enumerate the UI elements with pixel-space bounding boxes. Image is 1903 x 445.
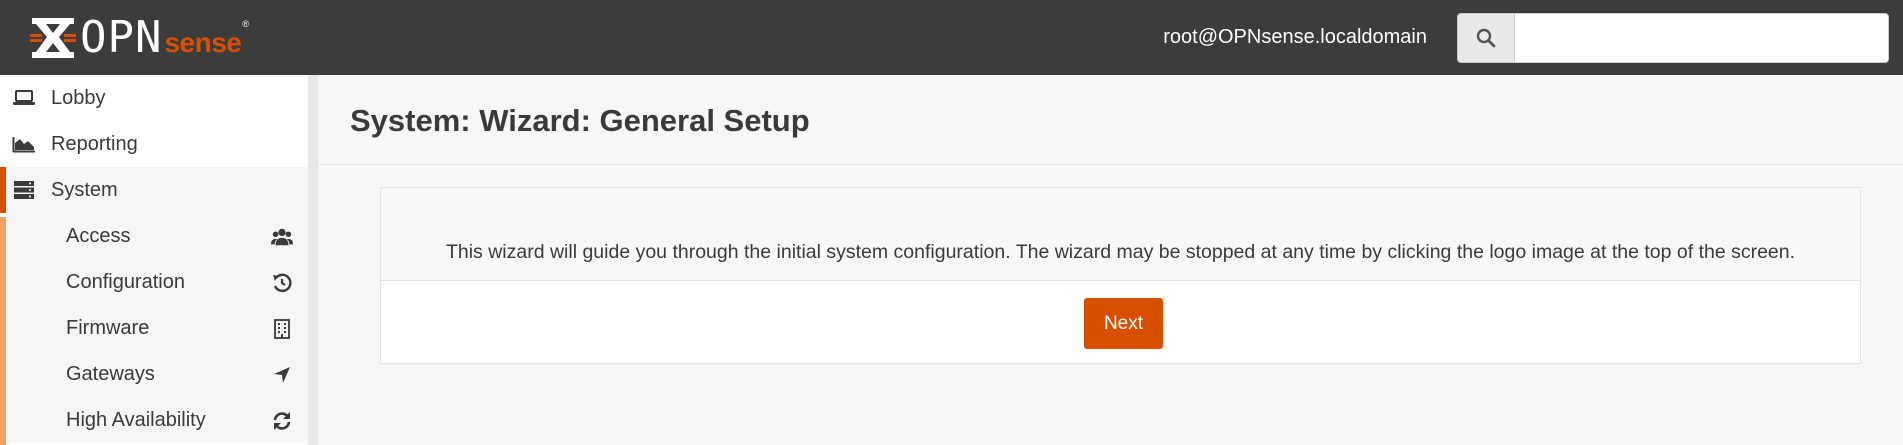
logo-mark-icon [30, 17, 76, 58]
sidebar-item-label: Lobby [51, 86, 106, 109]
sidebar-item-lobby[interactable]: Lobby [0, 75, 308, 121]
sidebar-item-label: Reporting [51, 132, 138, 155]
wizard-panel: This wizard will guide you through the i… [380, 187, 1861, 364]
page-header: System: Wizard: General Setup [319, 75, 1903, 165]
users-icon [271, 226, 293, 248]
sidebar-subitem-label: Access [66, 224, 131, 247]
user-menu[interactable]: root@OPNsense.localdomain [1163, 0, 1427, 75]
sidebar-subitem-label: High Availability [66, 408, 206, 431]
sidebar-item-label: System [51, 178, 118, 201]
registered-mark: ® [242, 18, 250, 29]
opnsense-logo[interactable]: OPN sense ® [30, 14, 249, 61]
top-navbar: OPN sense ® root@OPNsense.localdomain [0, 0, 1903, 75]
location-arrow-icon [271, 364, 293, 386]
building-icon [271, 318, 293, 340]
sidebar-subitem-label: Configuration [66, 270, 185, 293]
sidebar-subitem-label: Firmware [66, 316, 150, 339]
area-chart-icon [11, 134, 37, 154]
search-box [1457, 13, 1889, 63]
sidebar-subitem-firmware[interactable]: Firmware [6, 305, 308, 351]
page-title: System: Wizard: General Setup [350, 103, 810, 138]
sidebar-item-system[interactable]: System [0, 167, 308, 213]
next-button[interactable]: Next [1084, 298, 1163, 349]
sidebar-item-reporting[interactable]: Reporting [0, 121, 308, 167]
sidebar-subitem-access[interactable]: Access [6, 213, 308, 259]
history-icon [271, 272, 293, 294]
sidebar-subitem-configuration[interactable]: Configuration [6, 259, 308, 305]
wizard-description-area [381, 188, 1860, 281]
sidebar-subitem-gateways[interactable]: Gateways [6, 351, 308, 397]
sidebar: Lobby Reporting System Access Configurat… [0, 75, 318, 445]
refresh-icon [271, 410, 293, 432]
submenu-indicator [0, 217, 6, 445]
search-input[interactable] [1515, 13, 1889, 63]
search-icon [1476, 28, 1496, 48]
server-icon [11, 180, 37, 200]
laptop-icon [11, 88, 37, 108]
logo-accent-text: sense [164, 26, 242, 58]
wizard-description: This wizard will guide you through the i… [445, 241, 1796, 263]
sidebar-scrollbar[interactable] [308, 75, 318, 445]
logo-text: OPN [80, 11, 163, 63]
sidebar-subitem-high-availability[interactable]: High Availability [6, 397, 308, 443]
search-button[interactable] [1457, 13, 1515, 63]
sidebar-subitem-label: Gateways [66, 362, 155, 385]
